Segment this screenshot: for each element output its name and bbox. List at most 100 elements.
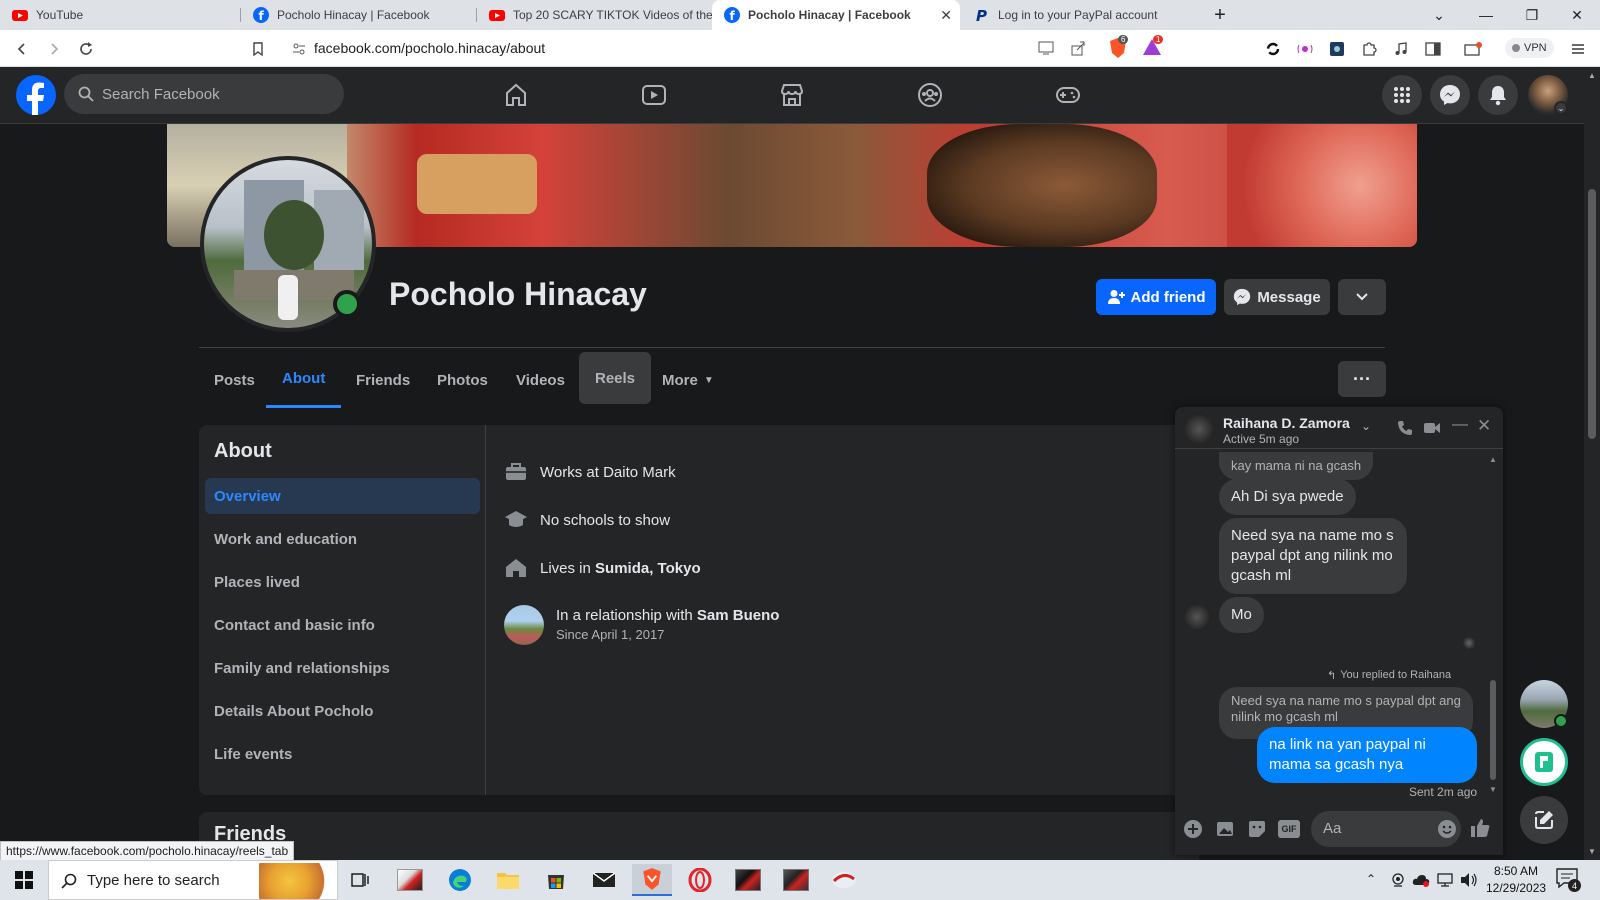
tab-about[interactable]: About [266, 352, 342, 408]
tab-paypal[interactable]: P Log in to your PayPal account [962, 0, 1200, 30]
scroll-down-arrow-icon[interactable]: ▼ [1588, 847, 1596, 856]
facebook-logo-icon[interactable] [16, 75, 56, 115]
scrollbar-thumb[interactable] [1588, 189, 1596, 439]
chat-scrollbar[interactable]: ▲ ▼ [1489, 455, 1497, 795]
gaming-nav-icon[interactable] [1048, 75, 1088, 115]
brave-rewards-icon[interactable]: 1 [1142, 35, 1164, 59]
maximize-button[interactable]: ❐ [1509, 0, 1555, 30]
menu-icon[interactable] [1568, 39, 1588, 59]
marketplace-nav-icon[interactable] [772, 75, 812, 115]
share-icon[interactable] [1070, 40, 1086, 56]
video-nav-icon[interactable] [634, 75, 674, 115]
close-chat-icon[interactable]: ✕ [1477, 416, 1491, 436]
tab-friends[interactable]: Friends [340, 352, 426, 408]
scroll-up-arrow-icon[interactable]: ▲ [1489, 455, 1497, 464]
taskbar-clock[interactable]: 8:50 AM 12/29/2023 [1486, 863, 1546, 897]
chat-contact-avatar[interactable] [1183, 413, 1215, 445]
new-tab-button[interactable]: + [1200, 0, 1240, 30]
sidebar-icon[interactable] [1423, 39, 1443, 59]
facebook-search-input[interactable]: Search Facebook [64, 74, 344, 114]
account-avatar[interactable]: ⌄ [1528, 75, 1568, 115]
tab-youtube[interactable]: YouTube [0, 0, 240, 30]
about-menu-overview[interactable]: Overview [205, 478, 480, 514]
back-icon[interactable] [12, 39, 32, 59]
message-button[interactable]: Message [1224, 279, 1330, 315]
groups-nav-icon[interactable] [910, 75, 950, 115]
taskbar-app-game-icon[interactable] [728, 864, 768, 896]
about-menu-details[interactable]: Details About Pocholo [205, 693, 480, 729]
task-view-icon[interactable] [340, 864, 380, 896]
minimize-chat-icon[interactable]: — [1452, 416, 1468, 434]
profile-more-dropdown-button[interactable] [1338, 279, 1386, 315]
chat-header[interactable]: Raihana D. Zamora Active 5m ago ⌄ — ✕ [1175, 407, 1503, 449]
minimize-button[interactable]: — [1463, 0, 1509, 30]
sticker-icon[interactable] [1247, 819, 1267, 839]
tab-more[interactable]: More ▼ [646, 352, 730, 408]
about-menu-places-lived[interactable]: Places lived [205, 564, 480, 600]
chat-contact-name[interactable]: Raihana D. Zamora [1223, 415, 1350, 431]
extensions-puzzle-icon[interactable] [1359, 39, 1379, 59]
add-friend-button[interactable]: Add friend [1096, 279, 1216, 315]
reload-icon[interactable] [76, 39, 96, 59]
wallet-icon[interactable] [1295, 39, 1315, 59]
tray-volume-icon[interactable] [1460, 872, 1478, 888]
tray-network-icon[interactable] [1436, 872, 1454, 888]
about-menu-family-relationships[interactable]: Family and relationships [205, 650, 480, 686]
chat-scrollbar-thumb[interactable] [1490, 680, 1496, 780]
tab-facebook-active[interactable]: f Pocholo Hinacay | Facebook ✕ [712, 0, 960, 30]
thumbs-up-icon[interactable] [1469, 817, 1491, 839]
file-explorer-icon[interactable] [488, 864, 528, 896]
relationship-partner-avatar[interactable] [504, 605, 544, 645]
brave-shields-icon[interactable]: 6 [1108, 35, 1130, 59]
notifications-bell-icon[interactable] [1478, 75, 1518, 115]
taskbar-search-input[interactable]: Type here to search [48, 860, 338, 900]
tray-webcam-icon[interactable] [1390, 872, 1406, 888]
scroll-down-arrow-icon[interactable]: ▼ [1489, 785, 1497, 794]
microsoft-store-icon[interactable] [536, 864, 576, 896]
close-tab-icon[interactable]: ✕ [940, 7, 952, 24]
bookmark-icon[interactable] [248, 39, 268, 59]
page-scrollbar[interactable]: ▲ ▼ [1584, 67, 1600, 860]
overview-lives-place[interactable]: Sumida, Tokyo [595, 560, 701, 577]
chevron-down-icon[interactable]: ⌄ [1361, 419, 1371, 433]
plus-circle-icon[interactable] [1183, 819, 1203, 839]
tab-posts[interactable]: Posts [198, 352, 271, 408]
site-settings-icon[interactable] [292, 42, 306, 56]
overview-relationship-person[interactable]: Sam Bueno [697, 607, 780, 624]
chat-message-input[interactable]: Aa [1311, 811, 1461, 847]
about-menu-life-events[interactable]: Life events [205, 736, 480, 772]
chat-head-page-avatar[interactable] [1520, 738, 1568, 786]
action-center-icon[interactable]: 4 [1556, 868, 1581, 892]
phone-icon[interactable] [1397, 420, 1413, 436]
close-window-button[interactable]: ✕ [1554, 0, 1600, 30]
opera-browser-icon[interactable] [680, 864, 720, 896]
photo-icon[interactable] [1215, 819, 1235, 839]
tray-chevron-up-icon[interactable]: ⌃ [1366, 872, 1376, 886]
edge-browser-icon[interactable] [440, 864, 480, 896]
video-call-icon[interactable] [1423, 421, 1441, 435]
scroll-up-arrow-icon[interactable]: ▲ [1588, 71, 1596, 80]
vpn-button[interactable]: VPN [1505, 38, 1554, 58]
new-message-button[interactable] [1520, 796, 1568, 844]
wallet-notification-icon[interactable] [1463, 39, 1483, 59]
cast-icon[interactable] [1038, 41, 1054, 55]
taskbar-app-game-icon[interactable] [776, 864, 816, 896]
tab-photos[interactable]: Photos [421, 352, 504, 408]
tray-cloud-icon[interactable] [1412, 872, 1430, 888]
brave-browser-taskbar-icon[interactable] [632, 864, 672, 896]
tab-tiktok-video[interactable]: Top 20 SCARY TIKTOK Videos of the Y [477, 0, 712, 30]
tab-facebook-1[interactable]: f Pocholo Hinacay | Facebook [241, 0, 476, 30]
messenger-icon[interactable] [1430, 75, 1470, 115]
home-nav-icon[interactable] [496, 75, 536, 115]
taskbar-app-game-icon[interactable] [390, 864, 430, 896]
sync-icon[interactable] [1263, 39, 1283, 59]
about-menu-work-education[interactable]: Work and education [205, 521, 480, 557]
profile-options-button[interactable]: ··· [1338, 361, 1386, 397]
gif-icon[interactable]: GIF [1278, 820, 1300, 838]
tab-reels[interactable]: Reels [579, 352, 652, 404]
media-icon[interactable] [1391, 39, 1411, 59]
mail-icon[interactable] [584, 864, 624, 896]
about-menu-contact-info[interactable]: Contact and basic info [205, 607, 480, 643]
extension-app-icon[interactable] [1327, 39, 1347, 59]
address-bar[interactable]: facebook.com/pocholo.hinacay/about [280, 34, 1160, 63]
